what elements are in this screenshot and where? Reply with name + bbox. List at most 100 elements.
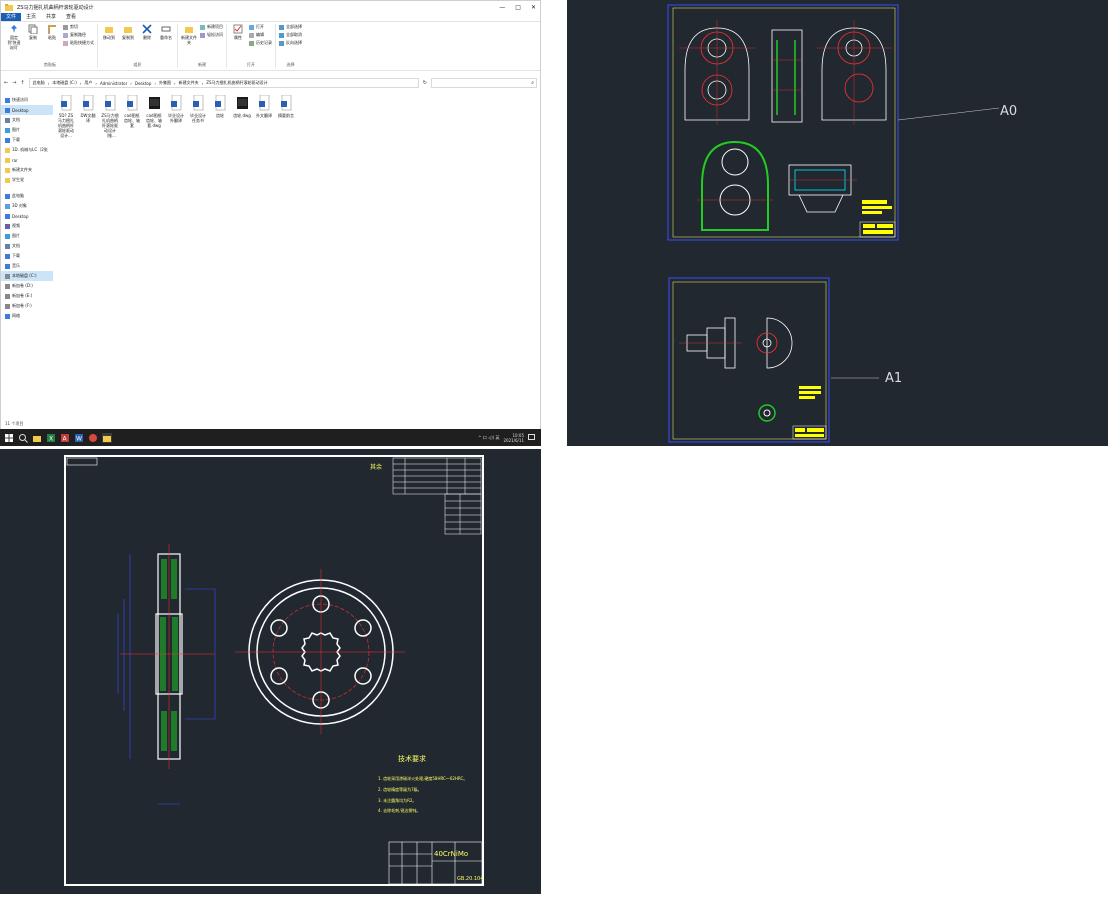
back-arrow-icon[interactable]: ← [4, 80, 8, 86]
invert-selection-button[interactable]: 反向选择 [279, 40, 302, 46]
nav-item[interactable]: 学生党 [1, 175, 53, 185]
paste-shortcut-button[interactable]: 粘贴快捷方式 [63, 40, 94, 46]
word-file-icon [280, 95, 291, 111]
open-button[interactable]: 打开 [249, 24, 272, 30]
breadcrumb-segment[interactable]: 本地磁盘 (C:) [52, 80, 77, 86]
nav-item[interactable]: 新加卷 (D:) [1, 281, 53, 291]
excel-icon[interactable]: X [46, 433, 56, 443]
nav-item[interactable]: 图片 [1, 231, 53, 241]
breadcrumb-segment[interactable]: ZS马力捆扎机曲柄杆滚轮驱动设计 [206, 80, 267, 86]
file-item[interactable]: 5D? ZS马力捆扎机曲柄杆滚轮驱动设计... [57, 95, 75, 407]
address-bar[interactable]: 此电脑 › 本地磁盘 (C:) › 用户 › Administrator › Desktop › 外… [28, 78, 419, 88]
notification-icon[interactable] [528, 434, 535, 441]
copy-button[interactable]: 复制 [25, 24, 41, 40]
delete-button[interactable]: 删除 [139, 24, 155, 40]
file-item[interactable]: 外文翻译 [255, 95, 273, 407]
file-item[interactable]: DW文翻译 [79, 95, 97, 407]
nav-item[interactable]: 1D. 机械与LC（2张 [1, 145, 53, 155]
tab-file[interactable]: 文件 [1, 13, 22, 21]
nav-item[interactable]: 本地磁盘 (C:) [1, 271, 53, 281]
nav-item[interactable]: rar [1, 155, 53, 165]
properties-check-icon [233, 24, 243, 34]
nav-item[interactable]: 此电脑 [1, 191, 53, 201]
file-explorer-icon[interactable] [32, 433, 42, 443]
tab-view[interactable]: 查看 [61, 13, 81, 21]
breadcrumb-segment[interactable]: 新建文件夹 [179, 80, 199, 86]
breadcrumb-segment[interactable]: 外集图 [159, 80, 171, 86]
autocad-icon[interactable]: A [60, 433, 70, 443]
tab-home[interactable]: 主页 [21, 13, 41, 21]
folder-icon [5, 157, 10, 163]
clock[interactable]: 10:05 2021/6/11 [503, 433, 524, 443]
file-item[interactable]: cad图纸 齿轮、轴套 [123, 95, 141, 407]
media-icon[interactable] [88, 433, 98, 443]
folder-icon[interactable] [102, 432, 112, 443]
a1-inner-frame [672, 281, 827, 440]
properties-button[interactable]: 属性 [230, 24, 246, 40]
edit-button[interactable]: 编辑 [249, 32, 272, 38]
nav-item[interactable]: 新加卷 (F:) [1, 301, 53, 311]
word-icon[interactable]: W [74, 433, 84, 443]
nav-item[interactable]: 新加卷 (E:) [1, 291, 53, 301]
new-folder-button[interactable]: 新建文件夹 [181, 24, 197, 45]
breadcrumb-segment[interactable]: Administrator [100, 81, 127, 86]
maximize-button[interactable]: □ [515, 4, 521, 11]
easy-access-button[interactable]: 轻松访问 [200, 32, 223, 38]
select-all-button[interactable]: 全部选择 [279, 24, 302, 30]
nav-item[interactable]: 文档 [1, 241, 53, 251]
select-none-button[interactable]: 全部取消 [279, 32, 302, 38]
nav-item[interactable]: Desktop [1, 105, 53, 115]
file-item[interactable]: 齿轮.dwg [233, 95, 251, 407]
nav-item-label: Desktop [12, 213, 29, 219]
copy-to-button[interactable]: 复制到 [120, 24, 136, 40]
minimize-button[interactable]: — [499, 4, 505, 11]
file-item[interactable]: 摘要前言 [277, 95, 295, 407]
file-item[interactable]: 毕业设计任务书 [189, 95, 207, 407]
file-item[interactable]: 毕业设计外翻译 [167, 95, 185, 407]
search-icon[interactable] [18, 433, 28, 443]
nav-item[interactable]: 下载 [1, 251, 53, 261]
windows-logo-icon[interactable] [4, 433, 14, 443]
file-item[interactable]: ZS马力捆扎机曲柄杆滚轮驱动设计（推... [101, 95, 119, 407]
copy-path-button[interactable]: 复制路径 [63, 32, 94, 38]
new-item-button[interactable]: 新建项目 [200, 24, 223, 30]
nav-item[interactable]: 文档 [1, 115, 53, 125]
nav-item[interactable]: 视频 [1, 221, 53, 231]
nav-item[interactable]: 新建文件夹 [1, 165, 53, 175]
move-to-button[interactable]: 移动到 [101, 24, 117, 40]
paste-button[interactable]: 粘贴 [44, 24, 60, 40]
nav-item[interactable]: 网络 [1, 311, 53, 321]
tray-icons[interactable]: ^ 口 ◁)) 英 [478, 435, 499, 441]
cad-drawing-top: A0 A1 [667, 4, 1017, 443]
gear-face-view [235, 569, 405, 734]
cut-button[interactable]: 剪切 [63, 24, 94, 30]
file-item[interactable]: 齿轮 [211, 95, 229, 407]
breadcrumb-segment[interactable]: 此电脑 [33, 80, 45, 86]
nav-item[interactable]: 音乐 [1, 261, 53, 271]
file-name: cad图纸 齿轮、轴套.dwg [146, 113, 162, 128]
forward-arrow-icon[interactable]: → [12, 80, 16, 86]
sheet-label-box [66, 457, 98, 466]
nav-item[interactable]: 3D 对象 [1, 201, 53, 211]
folder-icon [5, 167, 10, 173]
close-button[interactable]: ✕ [531, 4, 536, 11]
nav-item[interactable]: Desktop [1, 211, 53, 221]
nav-item[interactable]: 快速访问 [1, 95, 53, 105]
file-item[interactable]: cad图纸 齿轮、轴套.dwg [145, 95, 163, 407]
nav-item[interactable]: 图片 [1, 125, 53, 135]
breadcrumb-segment[interactable]: 用户 [84, 80, 92, 86]
up-arrow-icon[interactable]: ↑ [20, 80, 24, 86]
rename-button[interactable]: 重命名 [158, 24, 174, 40]
nav-item[interactable]: 下载 [1, 135, 53, 145]
history-button[interactable]: 历史记录 [249, 40, 272, 46]
copy-icon [28, 24, 38, 34]
nav-item-label: 学生党 [12, 177, 24, 182]
search-input[interactable]: ⌕ [431, 78, 537, 88]
tab-share[interactable]: 共享 [41, 13, 61, 21]
refresh-icon[interactable]: ↻ [423, 80, 427, 86]
breadcrumb-segment[interactable]: Desktop [135, 81, 152, 86]
pin-quick-access-button[interactable]: 固定到'快速访问' [6, 24, 22, 50]
download-icon [5, 253, 10, 259]
select-none-icon [279, 32, 284, 38]
cad-drawing-bottom: 其余 技术要求 1. 齿轮采用渗碳淬火处理,硬度58HRC～62HRC。 2. … [64, 455, 484, 886]
